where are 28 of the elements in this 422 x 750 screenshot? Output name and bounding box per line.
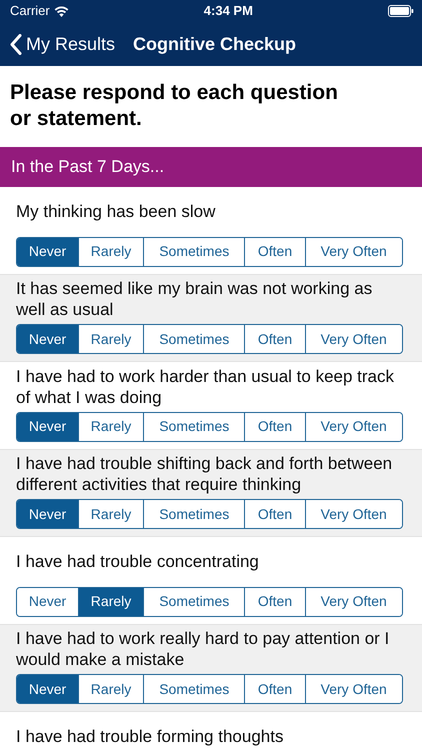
chevron-left-icon — [10, 34, 22, 54]
question-text: My thinking has been slow — [16, 201, 216, 224]
segment-option[interactable]: Very Often — [304, 325, 402, 353]
segment-option[interactable]: Very Often — [304, 412, 402, 440]
segment-option[interactable]: Never — [17, 500, 78, 528]
segment-option[interactable]: Rarely — [78, 588, 144, 616]
instruction-text: Please respond to each question or statement. — [9, 80, 339, 132]
segment-option[interactable]: Very Often — [304, 588, 402, 616]
question-text: It has seemed like my brain was not working as well as usual — [16, 278, 374, 322]
question-text: I have had trouble concentrating — [16, 551, 260, 574]
segment-option[interactable]: Very Often — [304, 500, 402, 528]
battery-icon — [388, 5, 414, 17]
question-text: I have had trouble forming thoughts — [16, 726, 284, 747]
carrier-label: Carrier — [10, 2, 50, 20]
section-header: In the Past 7 Days... — [0, 147, 422, 187]
segment-option[interactable]: Very Often — [304, 238, 402, 266]
question-text: I have had trouble shifting back and forth between different activities that require thinking — [16, 453, 394, 496]
segment-option[interactable]: Never — [17, 675, 78, 703]
wifi-icon — [54, 6, 69, 16]
question-text: I have had to work really hard to pay attention or I would make a mistake — [16, 628, 390, 672]
segment-option[interactable]: Very Often — [304, 675, 402, 703]
status-time: 4:34 PM — [204, 2, 253, 20]
question-text: I have had to work harder than usual to keep track of what I was doing — [16, 366, 396, 409]
screen-title: Cognitive Checkup — [133, 32, 296, 56]
back-button[interactable]: My Results — [10, 30, 116, 58]
segment-option[interactable]: Never — [17, 325, 78, 353]
segment-option[interactable]: Never — [17, 412, 78, 440]
segment-option[interactable]: Never — [17, 238, 78, 266]
